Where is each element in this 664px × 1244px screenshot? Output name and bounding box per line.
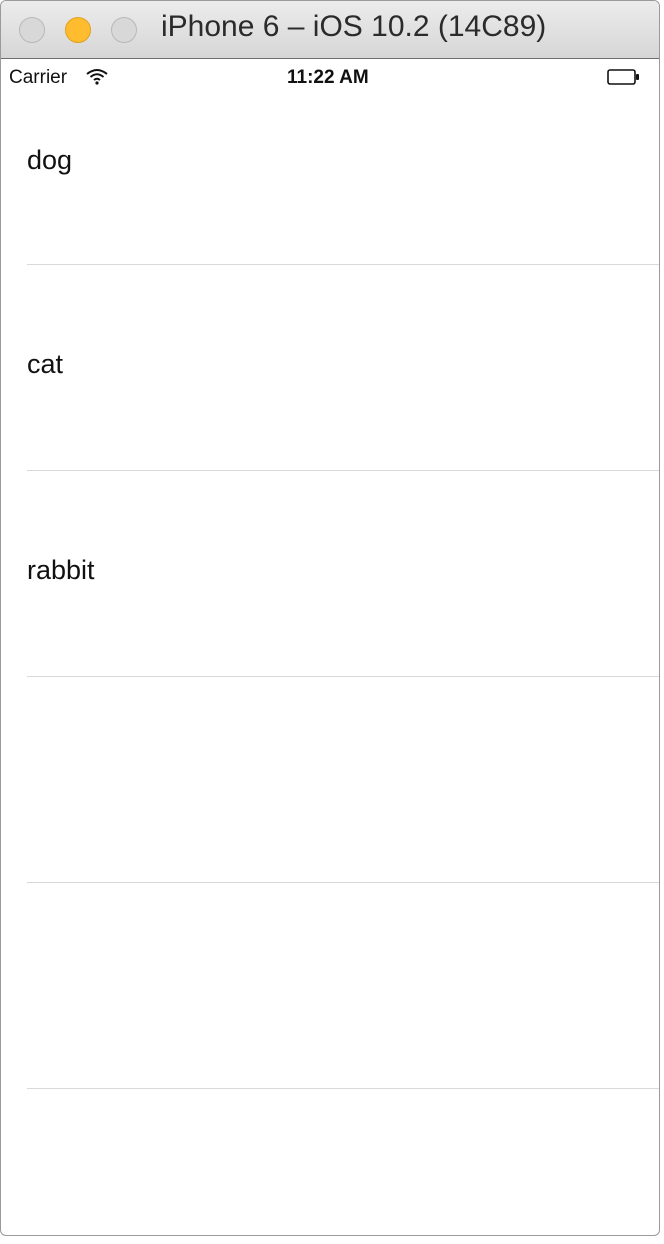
zoom-button[interactable] xyxy=(111,17,137,43)
table-row[interactable]: cat xyxy=(1,265,659,471)
window-title: iPhone 6 – iOS 10.2 (14C89) xyxy=(161,10,547,43)
table-row[interactable] xyxy=(1,677,659,883)
table-row[interactable]: rabbit xyxy=(1,471,659,677)
row-label: cat xyxy=(27,349,64,379)
close-button[interactable] xyxy=(19,17,45,43)
simulator-window: iPhone 6 – iOS 10.2 (14C89) Carrier 11:2… xyxy=(0,0,660,1236)
title-bar[interactable]: iPhone 6 – iOS 10.2 (14C89) xyxy=(1,1,659,59)
minimize-button[interactable] xyxy=(65,17,91,43)
row-label: rabbit xyxy=(27,555,95,585)
table-row[interactable] xyxy=(1,883,659,1089)
table-view[interactable]: dog cat rabbit xyxy=(1,59,659,1235)
table-row[interactable]: dog xyxy=(1,59,659,265)
row-label: dog xyxy=(27,145,73,175)
row-separator xyxy=(27,1088,659,1089)
